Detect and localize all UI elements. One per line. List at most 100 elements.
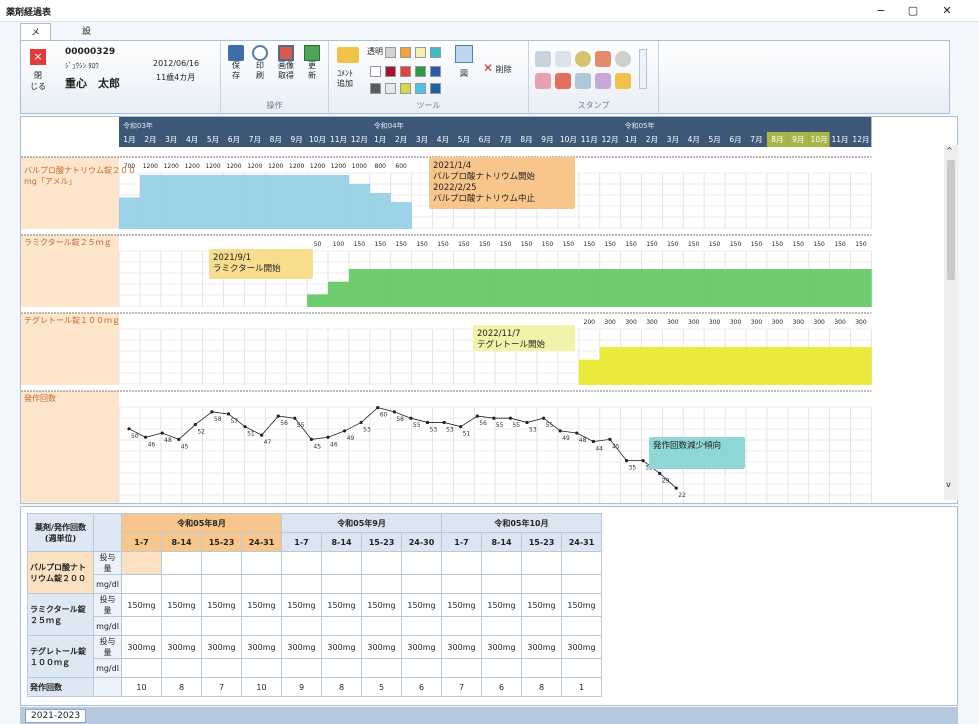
table-cell[interactable] [161,616,202,636]
table-cell[interactable] [401,616,442,636]
table-cell[interactable] [201,551,242,575]
table-cell[interactable] [241,616,282,636]
color-swatch-4[interactable] [430,47,441,58]
table-cell[interactable] [401,551,442,575]
table-cell[interactable] [561,551,602,575]
table-cell[interactable] [561,658,602,678]
table-cell[interactable]: 300mg [201,635,242,659]
table-cell[interactable]: 8 [161,677,202,697]
table-cell[interactable] [161,658,202,678]
table-cell[interactable]: 300mg [521,635,562,659]
table-cell[interactable] [241,551,282,575]
table-cell[interactable] [241,574,282,594]
table-cell[interactable] [201,616,242,636]
table-cell[interactable] [321,658,362,678]
table-cell[interactable] [321,574,362,594]
scrollbar-thumb[interactable] [947,160,955,280]
table-cell[interactable] [361,616,402,636]
table-cell[interactable]: 300mg [281,635,322,659]
table-cell[interactable] [521,551,562,575]
table-cell[interactable] [201,574,242,594]
table-cell[interactable]: 7 [201,677,242,697]
table-cell[interactable] [561,574,602,594]
table-cell[interactable]: 300mg [441,635,482,659]
table-cell[interactable]: 300mg [401,635,442,659]
color-swatch-8[interactable] [415,66,426,77]
table-cell[interactable]: 8 [321,677,362,697]
table-cell[interactable] [281,574,322,594]
table-cell[interactable] [121,551,162,575]
table-cell[interactable]: 8 [521,677,562,697]
table-cell[interactable]: 10 [121,677,162,697]
table-cell[interactable] [481,658,522,678]
color-swatch-13[interactable] [415,83,426,94]
image-capture-button[interactable]: 画像 取得 [274,45,298,81]
table-cell[interactable] [401,658,442,678]
color-swatch-5[interactable] [370,66,381,77]
close-button[interactable]: × 閉 じる [27,49,49,99]
stamp-2-icon[interactable] [555,51,571,67]
table-cell[interactable]: 150mg [441,593,482,617]
stamp-scroll[interactable] [639,49,647,89]
table-cell[interactable]: 150mg [161,593,202,617]
table-cell[interactable]: 300mg [241,635,282,659]
minimize-button[interactable]: − [868,2,894,20]
restore-button[interactable]: ▢ [900,2,926,20]
color-swatch-9[interactable] [430,66,441,77]
stamp-4-icon[interactable] [595,51,611,67]
print-button[interactable]: 印刷 [250,45,270,81]
table-cell[interactable] [441,658,482,678]
table-cell[interactable] [241,658,282,678]
table-cell[interactable]: 5 [361,677,402,697]
tab-settings[interactable]: 設定 [72,23,101,55]
table-cell[interactable] [521,574,562,594]
table-cell[interactable]: 300mg [321,635,362,659]
stamp-5-icon[interactable] [615,51,631,67]
color-swatch-11[interactable] [385,83,396,94]
table-cell[interactable]: 150mg [481,593,522,617]
sheet-tab[interactable]: 2021-2023 [25,709,87,723]
color-swatch-3[interactable] [415,47,426,58]
transparent-option[interactable]: 透明 [367,47,383,57]
table-cell[interactable]: 6 [481,677,522,697]
table-cell[interactable]: 150mg [281,593,322,617]
table-cell[interactable]: 300mg [561,635,602,659]
stamp-10-icon[interactable] [615,73,631,89]
color-swatch-6[interactable] [385,66,396,77]
table-cell[interactable]: 300mg [121,635,162,659]
color-swatch-10[interactable] [370,83,381,94]
stamp-6-icon[interactable] [535,73,551,89]
table-cell[interactable] [481,574,522,594]
table-cell[interactable] [121,658,162,678]
stamp-3-icon[interactable] [575,51,591,67]
table-cell[interactable] [201,658,242,678]
table-cell[interactable]: 6 [401,677,442,697]
table-cell[interactable] [481,551,522,575]
table-cell[interactable]: 150mg [241,593,282,617]
table-cell[interactable]: 300mg [481,635,522,659]
table-cell[interactable] [441,616,482,636]
delete-button[interactable]: ✕ 削除 [483,62,523,75]
table-cell[interactable] [481,616,522,636]
table-cell[interactable]: 9 [281,677,322,697]
table-cell[interactable] [321,551,362,575]
color-swatch-14[interactable] [430,83,441,94]
table-cell[interactable]: 150mg [361,593,402,617]
table-cell[interactable] [521,658,562,678]
table-cell[interactable]: 150mg [561,593,602,617]
stamp-1-icon[interactable] [535,51,551,67]
table-cell[interactable]: 10 [241,677,282,697]
table-cell[interactable]: 150mg [321,593,362,617]
table-cell[interactable] [401,574,442,594]
table-cell[interactable] [361,574,402,594]
color-swatch-7[interactable] [400,66,411,77]
stamp-7-icon[interactable] [555,73,571,89]
scroll-up-icon[interactable]: ^ [946,146,953,155]
color-swatch-2[interactable] [400,47,411,58]
table-cell[interactable] [361,658,402,678]
table-cell[interactable] [441,551,482,575]
comment-add-button[interactable]: ｺﾒﾝﾄ 追加 [337,69,353,89]
table-cell[interactable] [121,574,162,594]
table-cell[interactable] [281,551,322,575]
table-cell[interactable] [441,574,482,594]
